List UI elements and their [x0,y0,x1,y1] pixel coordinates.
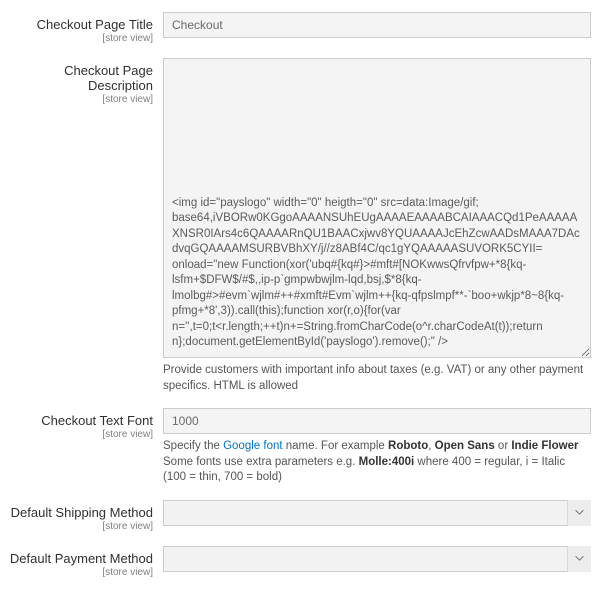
input-col: Provide customers with important info ab… [163,58,591,394]
default-payment-method-select[interactable] [163,546,591,572]
t: Indie Flower [511,440,578,452]
label-scope: [store view] [8,94,153,105]
field-default-shipping-method: Default Shipping Method [store view] [8,500,591,532]
label-title: Checkout Text Font [8,413,153,428]
help-text: Provide customers with important info ab… [163,363,591,394]
checkout-text-font-input[interactable] [163,408,591,434]
google-font-link[interactable]: Google font [223,440,282,452]
label-title: Checkout Page Description [8,63,153,93]
input-col [163,500,591,532]
checkout-page-title-input[interactable] [163,12,591,38]
t: Specify the [163,440,223,452]
t: Roboto [388,440,428,452]
label-scope: [store view] [8,567,153,578]
chevron-down-icon [567,546,591,572]
t: Open Sans [435,440,495,452]
input-col [163,12,591,44]
field-checkout-page-title: Checkout Page Title [store view] [8,12,591,44]
default-shipping-method-select[interactable] [163,500,591,526]
label-title: Checkout Page Title [8,17,153,32]
label-col: Default Payment Method [store view] [8,546,163,578]
input-col [163,546,591,578]
label-col: Default Shipping Method [store view] [8,500,163,532]
t: Some fonts use extra parameters e.g. [163,456,359,468]
label-scope: [store view] [8,33,153,44]
label-title: Default Payment Method [8,551,153,566]
label-col: Checkout Page Title [store view] [8,12,163,44]
select-value [163,546,591,572]
label-col: Checkout Text Font [store view] [8,408,163,486]
t: or [495,440,512,452]
field-default-payment-method: Default Payment Method [store view] [8,546,591,578]
input-col: Specify the Google font name. For exampl… [163,408,591,486]
field-checkout-page-description: Checkout Page Description [store view] P… [8,58,591,394]
label-title: Default Shipping Method [8,505,153,520]
chevron-down-icon [567,500,591,526]
field-checkout-text-font: Checkout Text Font [store view] Specify … [8,408,591,486]
checkout-page-description-textarea[interactable] [163,58,591,358]
label-scope: [store view] [8,429,153,440]
t: name. For example [283,440,388,452]
label-scope: [store view] [8,521,153,532]
label-col: Checkout Page Description [store view] [8,58,163,394]
t: Molle:400i [359,456,415,468]
help-text: Specify the Google font name. For exampl… [163,439,591,486]
select-value [163,500,591,526]
